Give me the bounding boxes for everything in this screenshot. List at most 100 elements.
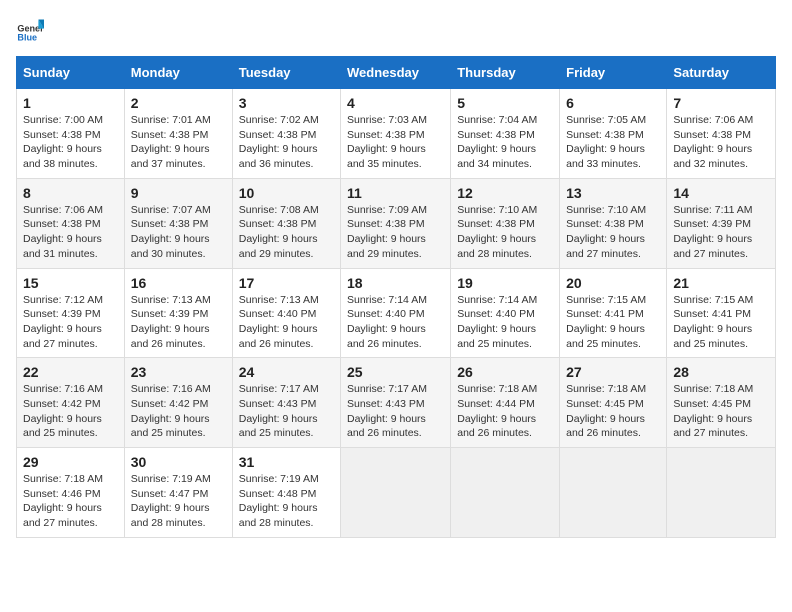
calendar-cell: 23 Sunrise: 7:16 AMSunset: 4:42 PMDaylig… [124, 358, 232, 448]
calendar-cell: 4 Sunrise: 7:03 AMSunset: 4:38 PMDayligh… [341, 89, 451, 179]
calendar-header-row: SundayMondayTuesdayWednesdayThursdayFrid… [17, 57, 776, 89]
day-number: 17 [239, 275, 334, 291]
day-info: Sunrise: 7:09 AMSunset: 4:38 PMDaylight:… [347, 204, 427, 260]
calendar-cell [341, 448, 451, 538]
day-info: Sunrise: 7:08 AMSunset: 4:38 PMDaylight:… [239, 204, 319, 260]
day-number: 26 [457, 364, 553, 380]
calendar-cell: 12 Sunrise: 7:10 AMSunset: 4:38 PMDaylig… [451, 178, 560, 268]
calendar-cell: 9 Sunrise: 7:07 AMSunset: 4:38 PMDayligh… [124, 178, 232, 268]
calendar-week-row: 22 Sunrise: 7:16 AMSunset: 4:42 PMDaylig… [17, 358, 776, 448]
calendar-cell: 1 Sunrise: 7:00 AMSunset: 4:38 PMDayligh… [17, 89, 125, 179]
day-info: Sunrise: 7:14 AMSunset: 4:40 PMDaylight:… [457, 294, 537, 350]
day-info: Sunrise: 7:01 AMSunset: 4:38 PMDaylight:… [131, 114, 211, 170]
day-info: Sunrise: 7:10 AMSunset: 4:38 PMDaylight:… [566, 204, 646, 260]
calendar-cell: 25 Sunrise: 7:17 AMSunset: 4:43 PMDaylig… [341, 358, 451, 448]
day-info: Sunrise: 7:18 AMSunset: 4:44 PMDaylight:… [457, 383, 537, 439]
day-info: Sunrise: 7:18 AMSunset: 4:45 PMDaylight:… [566, 383, 646, 439]
day-info: Sunrise: 7:04 AMSunset: 4:38 PMDaylight:… [457, 114, 537, 170]
day-info: Sunrise: 7:14 AMSunset: 4:40 PMDaylight:… [347, 294, 427, 350]
column-header-saturday: Saturday [667, 57, 776, 89]
day-info: Sunrise: 7:11 AMSunset: 4:39 PMDaylight:… [673, 204, 752, 260]
day-number: 4 [347, 95, 444, 111]
day-number: 13 [566, 185, 660, 201]
day-number: 9 [131, 185, 226, 201]
day-info: Sunrise: 7:16 AMSunset: 4:42 PMDaylight:… [23, 383, 103, 439]
day-number: 1 [23, 95, 118, 111]
day-number: 7 [673, 95, 769, 111]
calendar-cell: 27 Sunrise: 7:18 AMSunset: 4:45 PMDaylig… [560, 358, 667, 448]
calendar-cell: 20 Sunrise: 7:15 AMSunset: 4:41 PMDaylig… [560, 268, 667, 358]
day-number: 12 [457, 185, 553, 201]
day-info: Sunrise: 7:10 AMSunset: 4:38 PMDaylight:… [457, 204, 537, 260]
calendar-cell: 28 Sunrise: 7:18 AMSunset: 4:45 PMDaylig… [667, 358, 776, 448]
day-info: Sunrise: 7:18 AMSunset: 4:45 PMDaylight:… [673, 383, 753, 439]
day-number: 19 [457, 275, 553, 291]
calendar-cell: 2 Sunrise: 7:01 AMSunset: 4:38 PMDayligh… [124, 89, 232, 179]
day-number: 5 [457, 95, 553, 111]
calendar-cell: 16 Sunrise: 7:13 AMSunset: 4:39 PMDaylig… [124, 268, 232, 358]
column-header-tuesday: Tuesday [232, 57, 340, 89]
day-info: Sunrise: 7:12 AMSunset: 4:39 PMDaylight:… [23, 294, 103, 350]
day-info: Sunrise: 7:06 AMSunset: 4:38 PMDaylight:… [23, 204, 103, 260]
calendar-cell: 29 Sunrise: 7:18 AMSunset: 4:46 PMDaylig… [17, 448, 125, 538]
calendar-cell: 5 Sunrise: 7:04 AMSunset: 4:38 PMDayligh… [451, 89, 560, 179]
day-info: Sunrise: 7:17 AMSunset: 4:43 PMDaylight:… [239, 383, 319, 439]
day-number: 14 [673, 185, 769, 201]
svg-text:Blue: Blue [17, 33, 37, 43]
calendar-week-row: 1 Sunrise: 7:00 AMSunset: 4:38 PMDayligh… [17, 89, 776, 179]
day-number: 15 [23, 275, 118, 291]
column-header-sunday: Sunday [17, 57, 125, 89]
day-number: 16 [131, 275, 226, 291]
calendar-cell: 11 Sunrise: 7:09 AMSunset: 4:38 PMDaylig… [341, 178, 451, 268]
day-number: 29 [23, 454, 118, 470]
day-info: Sunrise: 7:02 AMSunset: 4:38 PMDaylight:… [239, 114, 319, 170]
calendar-cell: 30 Sunrise: 7:19 AMSunset: 4:47 PMDaylig… [124, 448, 232, 538]
day-number: 24 [239, 364, 334, 380]
calendar-cell: 13 Sunrise: 7:10 AMSunset: 4:38 PMDaylig… [560, 178, 667, 268]
column-header-monday: Monday [124, 57, 232, 89]
calendar-cell: 10 Sunrise: 7:08 AMSunset: 4:38 PMDaylig… [232, 178, 340, 268]
day-number: 21 [673, 275, 769, 291]
page-header: General Blue [16, 16, 776, 44]
calendar-week-row: 15 Sunrise: 7:12 AMSunset: 4:39 PMDaylig… [17, 268, 776, 358]
column-header-thursday: Thursday [451, 57, 560, 89]
day-info: Sunrise: 7:13 AMSunset: 4:39 PMDaylight:… [131, 294, 211, 350]
day-info: Sunrise: 7:13 AMSunset: 4:40 PMDaylight:… [239, 294, 319, 350]
calendar-cell: 21 Sunrise: 7:15 AMSunset: 4:41 PMDaylig… [667, 268, 776, 358]
day-number: 31 [239, 454, 334, 470]
calendar-cell: 7 Sunrise: 7:06 AMSunset: 4:38 PMDayligh… [667, 89, 776, 179]
day-info: Sunrise: 7:05 AMSunset: 4:38 PMDaylight:… [566, 114, 646, 170]
calendar-cell: 19 Sunrise: 7:14 AMSunset: 4:40 PMDaylig… [451, 268, 560, 358]
day-number: 27 [566, 364, 660, 380]
day-number: 22 [23, 364, 118, 380]
day-number: 18 [347, 275, 444, 291]
calendar-cell: 18 Sunrise: 7:14 AMSunset: 4:40 PMDaylig… [341, 268, 451, 358]
day-number: 25 [347, 364, 444, 380]
calendar-cell [667, 448, 776, 538]
day-info: Sunrise: 7:03 AMSunset: 4:38 PMDaylight:… [347, 114, 427, 170]
day-number: 28 [673, 364, 769, 380]
calendar-cell: 6 Sunrise: 7:05 AMSunset: 4:38 PMDayligh… [560, 89, 667, 179]
calendar-cell: 26 Sunrise: 7:18 AMSunset: 4:44 PMDaylig… [451, 358, 560, 448]
day-number: 30 [131, 454, 226, 470]
calendar-cell: 8 Sunrise: 7:06 AMSunset: 4:38 PMDayligh… [17, 178, 125, 268]
day-info: Sunrise: 7:19 AMSunset: 4:48 PMDaylight:… [239, 473, 319, 529]
column-header-friday: Friday [560, 57, 667, 89]
calendar-cell: 15 Sunrise: 7:12 AMSunset: 4:39 PMDaylig… [17, 268, 125, 358]
day-info: Sunrise: 7:06 AMSunset: 4:38 PMDaylight:… [673, 114, 753, 170]
calendar-table: SundayMondayTuesdayWednesdayThursdayFrid… [16, 56, 776, 538]
logo-icon: General Blue [16, 16, 44, 44]
day-info: Sunrise: 7:00 AMSunset: 4:38 PMDaylight:… [23, 114, 103, 170]
day-info: Sunrise: 7:15 AMSunset: 4:41 PMDaylight:… [566, 294, 646, 350]
day-number: 23 [131, 364, 226, 380]
day-info: Sunrise: 7:19 AMSunset: 4:47 PMDaylight:… [131, 473, 211, 529]
calendar-cell: 24 Sunrise: 7:17 AMSunset: 4:43 PMDaylig… [232, 358, 340, 448]
day-info: Sunrise: 7:17 AMSunset: 4:43 PMDaylight:… [347, 383, 427, 439]
column-header-wednesday: Wednesday [341, 57, 451, 89]
day-info: Sunrise: 7:15 AMSunset: 4:41 PMDaylight:… [673, 294, 753, 350]
day-info: Sunrise: 7:07 AMSunset: 4:38 PMDaylight:… [131, 204, 211, 260]
calendar-cell [560, 448, 667, 538]
day-info: Sunrise: 7:16 AMSunset: 4:42 PMDaylight:… [131, 383, 211, 439]
calendar-cell: 17 Sunrise: 7:13 AMSunset: 4:40 PMDaylig… [232, 268, 340, 358]
calendar-cell: 3 Sunrise: 7:02 AMSunset: 4:38 PMDayligh… [232, 89, 340, 179]
